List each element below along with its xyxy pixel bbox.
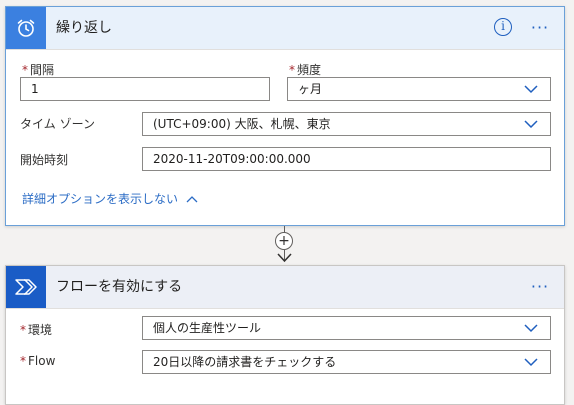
alarm-clock-icon — [6, 7, 46, 49]
more-options-button[interactable]: ··· — [526, 274, 554, 298]
frequency-value: ヶ月 — [298, 82, 323, 96]
advanced-options-label: 詳細オプションを表示しない — [22, 192, 179, 206]
flow-label-text: Flow — [28, 354, 56, 368]
chevron-down-icon — [524, 120, 538, 129]
required-mark: * — [20, 323, 26, 337]
chevron-down-icon — [524, 358, 538, 367]
recurrence-card: 繰り返し i ··· * 間隔 1 * 頻度 ヶ月 タイム ゾーン (UTC+09:… — [5, 6, 565, 226]
plus-icon: + — [278, 233, 290, 249]
frequency-label: * 頻度 — [289, 61, 321, 78]
advanced-options-toggle[interactable]: 詳細オプションを表示しない — [22, 190, 198, 207]
power-automate-icon — [6, 266, 46, 308]
environment-dropdown[interactable]: 個人の生産性ツール — [142, 316, 551, 340]
flow-value: 20日以降の請求書をチェックする — [153, 355, 337, 369]
interval-label-text: 間隔 — [30, 63, 55, 77]
enable-flow-header[interactable]: フローを有効にする ··· — [6, 266, 564, 309]
more-options-button[interactable]: ··· — [526, 15, 554, 39]
environment-label: * 環境 — [20, 321, 52, 338]
interval-label: * 間隔 — [22, 61, 54, 78]
interval-value: 1 — [31, 82, 39, 96]
enable-flow-title: フローを有効にする — [56, 279, 183, 295]
timezone-dropdown[interactable]: (UTC+09:00) 大阪、札幌、東京 — [142, 112, 551, 136]
frequency-dropdown[interactable]: ヶ月 — [287, 77, 551, 101]
chevron-down-icon — [524, 324, 538, 333]
start-time-input[interactable]: 2020-11-20T09:00:00.000 — [142, 147, 551, 171]
chevron-down-icon — [524, 85, 538, 94]
arrow-down-icon — [277, 253, 292, 263]
recurrence-title: 繰り返し — [56, 20, 112, 36]
start-time-value: 2020-11-20T09:00:00.000 — [153, 152, 311, 166]
flow-dropdown[interactable]: 20日以降の請求書をチェックする — [142, 350, 551, 374]
environment-value: 個人の生産性ツール — [153, 321, 262, 335]
chevron-up-icon — [186, 195, 198, 202]
enable-flow-card: フローを有効にする ··· * 環境 個人の生産性ツール * Flow 20日以降の… — [5, 265, 565, 405]
timezone-value: (UTC+09:00) 大阪、札幌、東京 — [153, 117, 331, 131]
flow-label: * Flow — [20, 354, 55, 368]
recurrence-header[interactable]: 繰り返し i ··· — [6, 7, 564, 50]
required-mark: * — [289, 63, 295, 77]
required-mark: * — [20, 354, 26, 368]
interval-input[interactable]: 1 — [20, 77, 270, 101]
required-mark: * — [22, 63, 28, 77]
start-time-label: 開始時刻 — [20, 153, 69, 167]
environment-label-text: 環境 — [28, 323, 53, 337]
add-step-button[interactable]: + — [275, 232, 293, 250]
timezone-label: タイム ゾーン — [20, 117, 95, 131]
frequency-label-text: 頻度 — [297, 63, 322, 77]
info-icon[interactable]: i — [494, 18, 512, 36]
